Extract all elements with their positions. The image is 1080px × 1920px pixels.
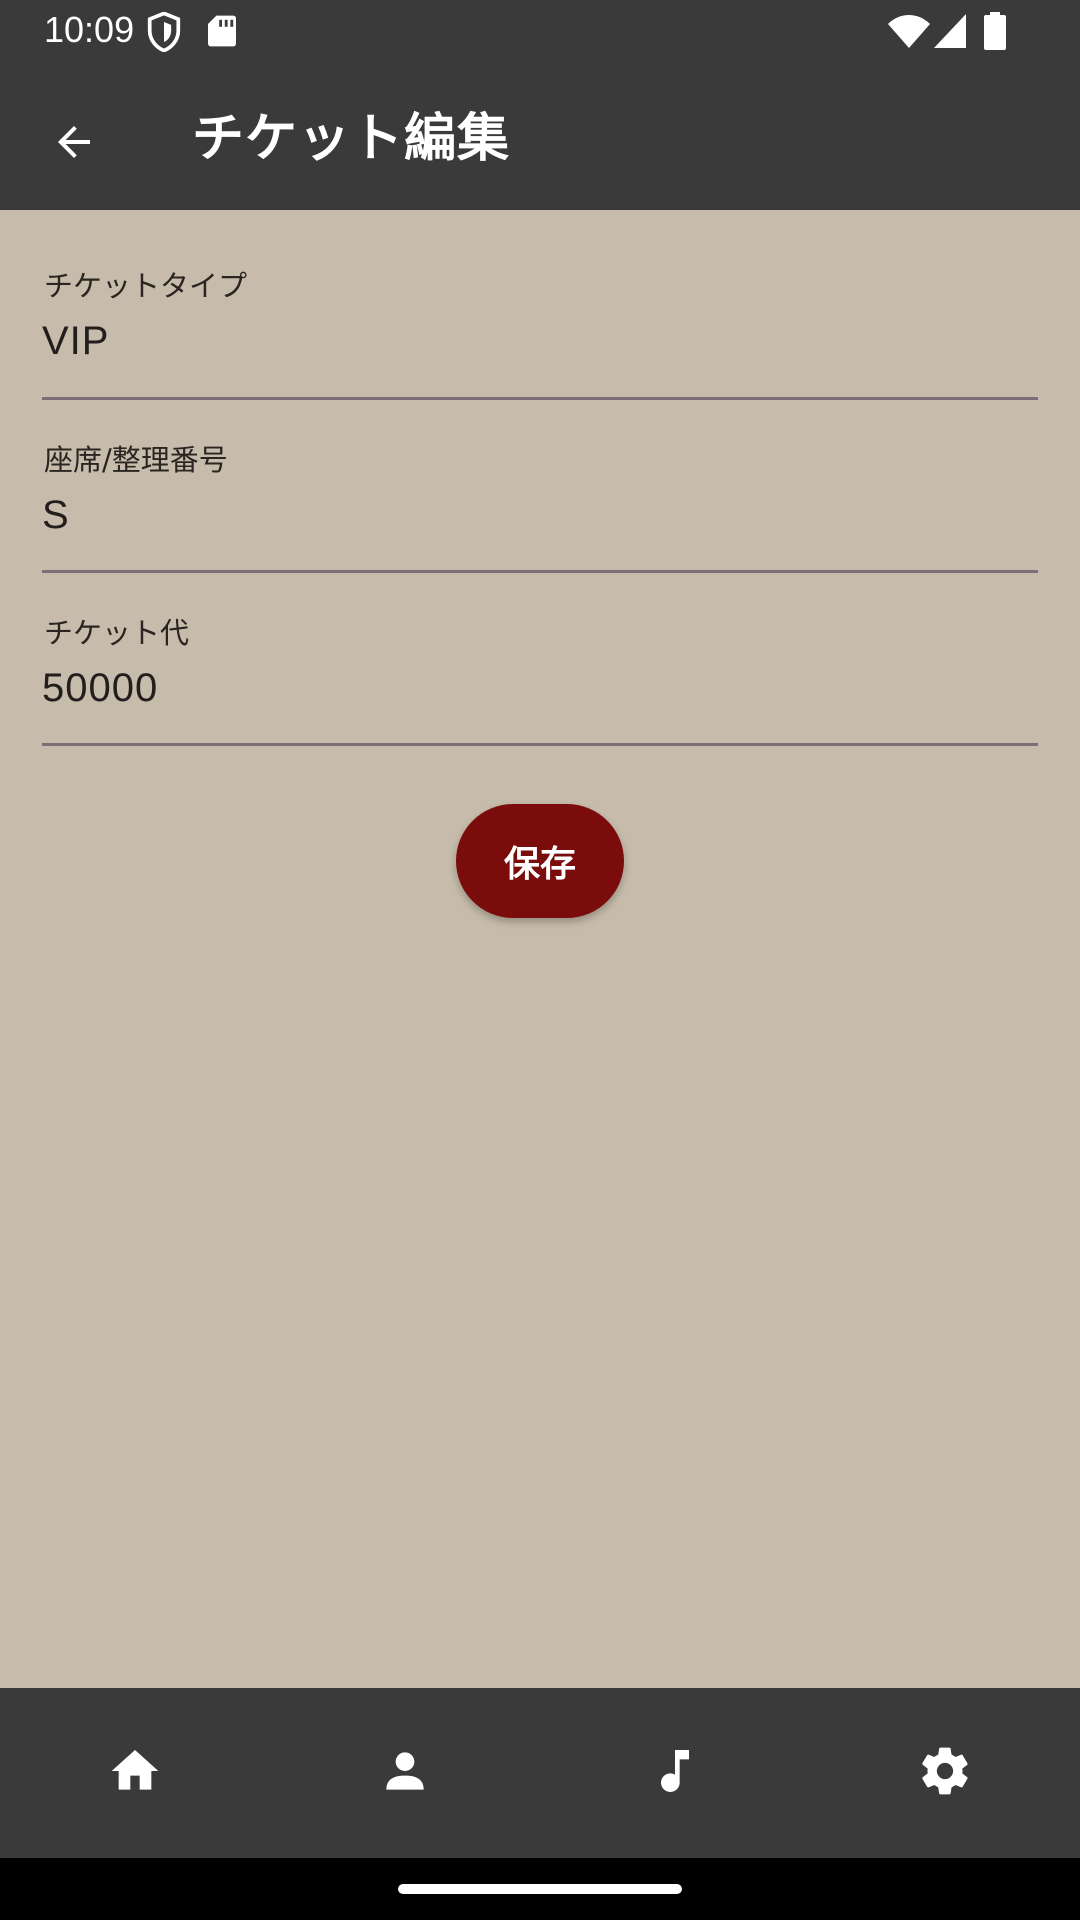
wifi-icon (888, 14, 930, 52)
music-note-icon (647, 1743, 703, 1803)
seat-number-label: 座席/整理番号 (44, 443, 228, 477)
nav-settings[interactable] (810, 1688, 1080, 1858)
status-time: 10:09 (44, 9, 135, 50)
signal-icon (934, 14, 966, 52)
edit-form: チケットタイプ VIP 座席/整理番号 S チケット代 50000 保存 (0, 210, 1080, 1688)
ticket-price-label: チケット代 (44, 616, 190, 650)
status-bar: 10:09 (0, 0, 1080, 62)
ticket-price-field[interactable]: チケット代 50000 (42, 573, 1038, 746)
nav-music[interactable] (540, 1688, 810, 1858)
gesture-bar (0, 1858, 1080, 1920)
home-gesture-handle[interactable] (398, 1884, 682, 1894)
home-icon (107, 1743, 163, 1803)
page-title: チケット編集 (192, 109, 511, 169)
person-icon (377, 1743, 433, 1803)
arrow-back-icon (50, 118, 98, 170)
ticket-price-input[interactable]: 50000 (42, 663, 1022, 713)
sd-card-icon (208, 14, 236, 52)
bottom-nav (0, 1688, 1080, 1858)
seat-number-field[interactable]: 座席/整理番号 S (42, 400, 1038, 573)
app-bar: チケット編集 (0, 62, 1080, 210)
save-button[interactable]: 保存 (456, 804, 624, 918)
nav-profile[interactable] (270, 1688, 540, 1858)
shield-icon (146, 11, 182, 56)
nav-home[interactable] (0, 1688, 270, 1858)
seat-number-input[interactable]: S (42, 490, 1022, 540)
battery-icon (984, 12, 1006, 54)
ticket-type-input[interactable]: VIP (42, 316, 1022, 366)
ticket-type-label: チケットタイプ (44, 269, 248, 303)
ticket-type-field[interactable]: チケットタイプ VIP (42, 210, 1038, 400)
gear-icon (917, 1743, 973, 1803)
back-button[interactable] (30, 100, 118, 188)
